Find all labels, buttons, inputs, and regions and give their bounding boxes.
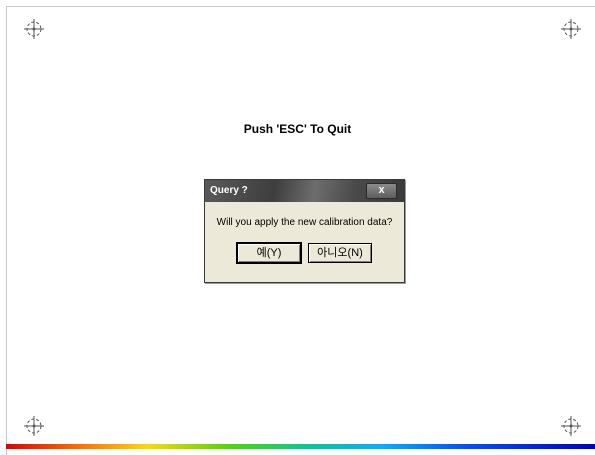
dialog-title: Query ? <box>210 185 248 196</box>
close-button[interactable]: x <box>366 183 397 199</box>
query-dialog: Query ? x Will you apply the new calibra… <box>204 179 405 283</box>
crosshair-target-icon <box>23 18 45 40</box>
quit-instruction: Push 'ESC' To Quit <box>243 122 352 136</box>
yes-button[interactable]: 예(Y) <box>236 242 302 264</box>
dialog-message: Will you apply the new calibration data? <box>216 217 393 228</box>
no-button[interactable]: 아니오(N) <box>308 243 372 263</box>
crosshair-target-icon <box>560 415 582 437</box>
crosshair-target-icon <box>23 415 45 437</box>
dialog-titlebar[interactable]: Query ? x <box>205 180 404 202</box>
crosshair-target-icon <box>560 18 582 40</box>
color-gradient-bar <box>6 444 595 449</box>
close-icon: x <box>378 184 385 196</box>
